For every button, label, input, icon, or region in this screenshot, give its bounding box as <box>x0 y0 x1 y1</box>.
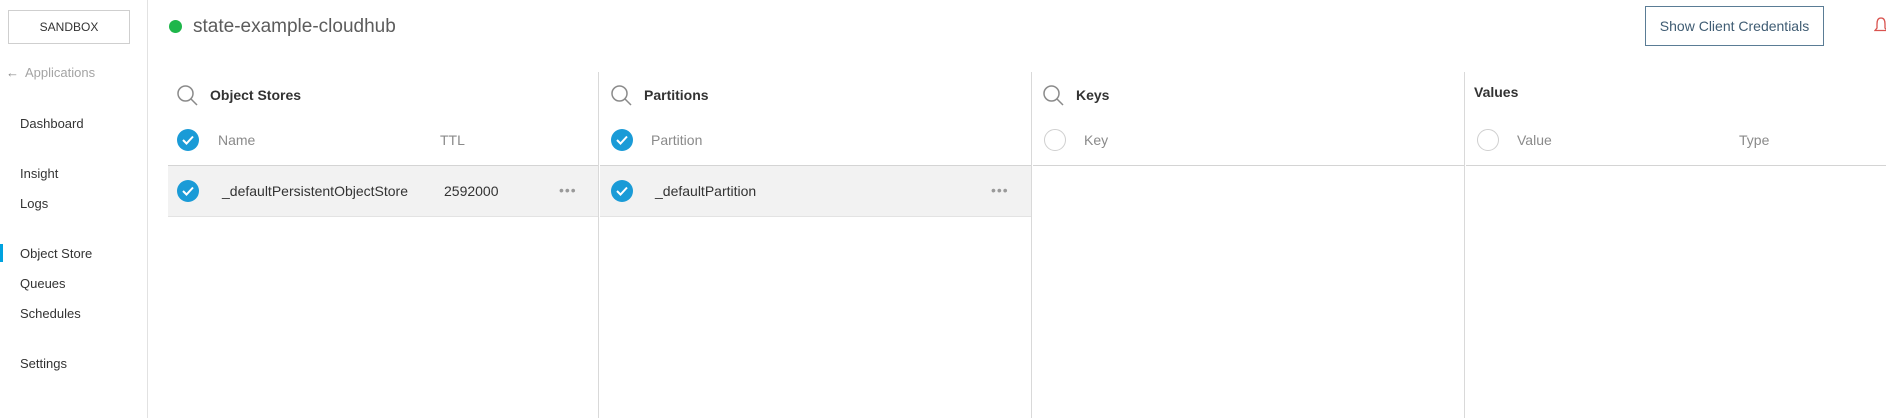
keys-panel: Keys Key <box>1033 72 1464 418</box>
sidebar: SANDBOX ← Applications Dashboard Insight… <box>0 0 148 418</box>
select-all-checkbox[interactable] <box>611 129 633 151</box>
page-title: state-example-cloudhub <box>193 16 396 37</box>
object-stores-header: Object Stores <box>176 84 301 106</box>
values-panel: Values Value Type <box>1466 72 1886 418</box>
row-checkbox[interactable] <box>177 180 199 202</box>
column-header-value[interactable]: Value <box>1517 132 1552 148</box>
sidebar-item-insight[interactable]: Insight <box>20 166 58 181</box>
arrow-left-icon: ← <box>6 65 19 80</box>
sidebar-item-queues[interactable]: Queues <box>20 276 66 291</box>
row-checkbox[interactable] <box>611 180 633 202</box>
panel-divider <box>1031 72 1032 418</box>
partitions-title: Partitions <box>644 87 709 103</box>
column-header-ttl[interactable]: TTL <box>440 132 465 148</box>
object-stores-panel: Object Stores Name TTL _defaultPersisten… <box>168 72 598 418</box>
column-header-key[interactable]: Key <box>1084 132 1108 148</box>
keys-header: Keys <box>1042 84 1109 106</box>
bell-icon[interactable] <box>1873 16 1886 36</box>
ellipsis-icon[interactable]: ••• <box>991 182 1009 198</box>
search-icon[interactable] <box>610 84 632 106</box>
panel-divider <box>1464 72 1465 418</box>
back-to-applications-link[interactable]: ← Applications <box>6 65 95 80</box>
sidebar-item-schedules[interactable]: Schedules <box>20 306 81 321</box>
table-row[interactable]: _defaultPartition ••• <box>600 166 1031 217</box>
values-header: Values <box>1474 84 1518 100</box>
panel-divider <box>598 72 599 418</box>
values-title: Values <box>1474 84 1519 100</box>
status-indicator <box>169 20 182 33</box>
column-header-partition[interactable]: Partition <box>651 132 702 148</box>
select-all-checkbox[interactable] <box>177 129 199 151</box>
show-client-credentials-button[interactable]: Show Client Credentials <box>1645 6 1824 46</box>
select-all-checkbox[interactable] <box>1477 129 1499 151</box>
environment-button[interactable]: SANDBOX <box>8 10 130 44</box>
sidebar-item-object-store[interactable]: Object Store <box>0 244 92 262</box>
search-icon[interactable] <box>176 84 198 106</box>
object-stores-title: Object Stores <box>210 87 302 103</box>
search-icon[interactable] <box>1042 84 1064 106</box>
header-separator <box>1466 165 1886 166</box>
table-row[interactable]: _defaultPersistentObjectStore 2592000 ••… <box>168 166 598 217</box>
sidebar-item-logs[interactable]: Logs <box>20 196 48 211</box>
sidebar-item-settings[interactable]: Settings <box>20 356 67 371</box>
column-header-name[interactable]: Name <box>218 132 255 148</box>
partitions-header: Partitions <box>610 84 709 106</box>
keys-title: Keys <box>1076 87 1110 103</box>
partitions-panel: Partitions Partition _defaultPartition •… <box>600 72 1031 418</box>
object-store-name: _defaultPersistentObjectStore <box>222 183 408 199</box>
select-all-checkbox[interactable] <box>1044 129 1066 151</box>
column-header-type[interactable]: Type <box>1739 132 1769 148</box>
back-link-label: Applications <box>25 65 96 80</box>
ellipsis-icon[interactable]: ••• <box>559 182 577 198</box>
header-separator <box>1033 165 1464 166</box>
sidebar-item-dashboard[interactable]: Dashboard <box>20 116 84 131</box>
object-store-ttl: 2592000 <box>444 183 499 199</box>
partition-name: _defaultPartition <box>655 183 757 199</box>
